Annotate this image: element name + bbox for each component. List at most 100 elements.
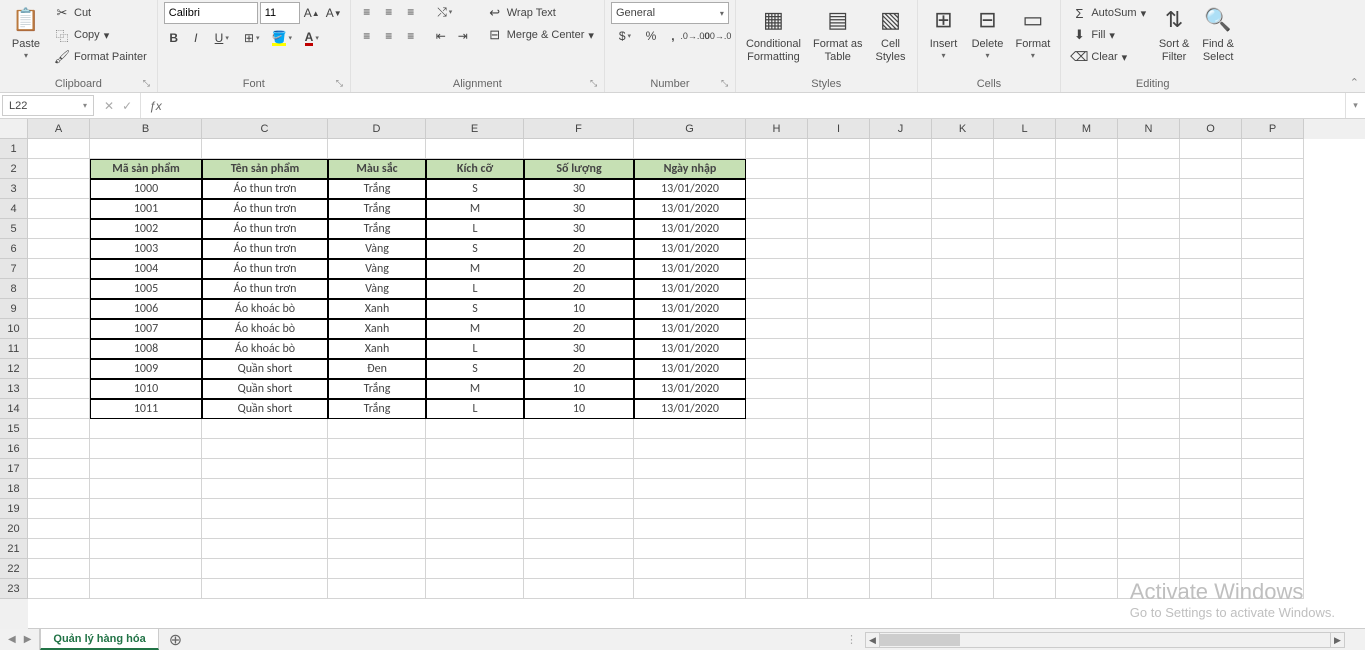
cell[interactable] (426, 579, 524, 599)
cell[interactable]: Trắng (328, 199, 426, 219)
cell[interactable] (634, 439, 746, 459)
cell[interactable] (328, 459, 426, 479)
column-header[interactable]: N (1118, 119, 1180, 139)
merge-center-button[interactable]: ⊟Merge & Center▾ (483, 24, 598, 46)
border-button[interactable]: ⊞▾ (238, 28, 266, 48)
cell[interactable] (90, 579, 202, 599)
column-header[interactable]: E (426, 119, 524, 139)
cell[interactable] (1242, 339, 1304, 359)
cell[interactable] (932, 319, 994, 339)
cell[interactable] (746, 259, 808, 279)
cell[interactable]: Quần short (202, 359, 328, 379)
cell[interactable]: Số lượng (524, 159, 634, 179)
cell[interactable]: 20 (524, 279, 634, 299)
cell[interactable]: Mã sản phẩm (90, 159, 202, 179)
cell[interactable] (634, 459, 746, 479)
cell[interactable] (28, 299, 90, 319)
cell[interactable] (1180, 479, 1242, 499)
align-bottom-button[interactable]: ≡ (401, 2, 421, 22)
autosum-button[interactable]: ΣAutoSum▾ (1067, 2, 1150, 24)
cell[interactable]: S (426, 239, 524, 259)
horizontal-scrollbar[interactable]: ◀ ▶ (865, 632, 1345, 648)
cell[interactable] (1180, 239, 1242, 259)
cell[interactable]: 1005 (90, 279, 202, 299)
cell[interactable] (634, 139, 746, 159)
cell[interactable] (1056, 579, 1118, 599)
cell[interactable]: 10 (524, 399, 634, 419)
cell[interactable] (746, 319, 808, 339)
cell[interactable] (808, 479, 870, 499)
cell[interactable] (1056, 339, 1118, 359)
clear-button[interactable]: ⌫Clear▾ (1067, 46, 1150, 68)
cell[interactable]: 13/01/2020 (634, 339, 746, 359)
cell[interactable] (932, 179, 994, 199)
align-left-button[interactable]: ≡ (357, 26, 377, 46)
cell[interactable] (28, 139, 90, 159)
bold-button[interactable]: B (164, 28, 184, 48)
cell[interactable] (328, 539, 426, 559)
cell[interactable]: Tên sản phẩm (202, 159, 328, 179)
cell[interactable] (634, 419, 746, 439)
row-header[interactable]: 7 (0, 259, 28, 279)
cell[interactable] (1242, 259, 1304, 279)
cell[interactable] (1180, 579, 1242, 599)
cell[interactable]: 13/01/2020 (634, 279, 746, 299)
cell[interactable] (328, 419, 426, 439)
cell[interactable] (994, 139, 1056, 159)
fill-button[interactable]: ⬇Fill▾ (1067, 24, 1150, 46)
cell[interactable] (932, 379, 994, 399)
cell[interactable] (1118, 499, 1180, 519)
row-header[interactable]: 13 (0, 379, 28, 399)
cell[interactable]: Áo khoác bò (202, 339, 328, 359)
cell[interactable] (1056, 519, 1118, 539)
cell[interactable] (746, 199, 808, 219)
cell[interactable] (202, 499, 328, 519)
cell[interactable]: Trắng (328, 179, 426, 199)
cell[interactable] (328, 519, 426, 539)
cell[interactable] (808, 179, 870, 199)
cell[interactable] (1242, 319, 1304, 339)
sheet-tab-active[interactable]: Quản lý hàng hóa (40, 629, 158, 650)
cell[interactable]: 13/01/2020 (634, 359, 746, 379)
cell[interactable] (1242, 499, 1304, 519)
cell[interactable] (808, 419, 870, 439)
cell[interactable]: 13/01/2020 (634, 379, 746, 399)
cell[interactable] (808, 519, 870, 539)
row-header[interactable]: 16 (0, 439, 28, 459)
cell[interactable]: Áo thun trơn (202, 239, 328, 259)
font-name-select[interactable] (164, 2, 258, 24)
row-header[interactable]: 8 (0, 279, 28, 299)
cell[interactable]: L (426, 399, 524, 419)
cell[interactable] (524, 459, 634, 479)
cell[interactable] (524, 559, 634, 579)
cell[interactable] (994, 559, 1056, 579)
cell[interactable] (870, 359, 932, 379)
cell[interactable] (932, 499, 994, 519)
cell[interactable]: 13/01/2020 (634, 199, 746, 219)
cell[interactable] (426, 479, 524, 499)
cell[interactable] (1118, 259, 1180, 279)
cell[interactable]: S (426, 299, 524, 319)
column-header[interactable]: P (1242, 119, 1304, 139)
cell[interactable] (426, 499, 524, 519)
column-header[interactable]: A (28, 119, 90, 139)
cell[interactable] (994, 459, 1056, 479)
cell[interactable] (1056, 159, 1118, 179)
cell[interactable] (1118, 219, 1180, 239)
cell[interactable] (1180, 379, 1242, 399)
cell[interactable] (1242, 139, 1304, 159)
cell[interactable] (328, 479, 426, 499)
cell[interactable] (994, 299, 1056, 319)
sheet-nav-next-button[interactable]: ▶ (24, 634, 32, 645)
font-size-select[interactable] (260, 2, 300, 24)
cell[interactable] (870, 139, 932, 159)
cell[interactable] (932, 359, 994, 379)
cell[interactable] (1118, 519, 1180, 539)
increase-indent-button[interactable]: ⇥ (453, 26, 473, 46)
cell[interactable] (746, 219, 808, 239)
cell[interactable] (90, 499, 202, 519)
cell[interactable]: L (426, 339, 524, 359)
cell[interactable] (1180, 319, 1242, 339)
cell[interactable]: Vàng (328, 239, 426, 259)
cell[interactable]: 30 (524, 179, 634, 199)
